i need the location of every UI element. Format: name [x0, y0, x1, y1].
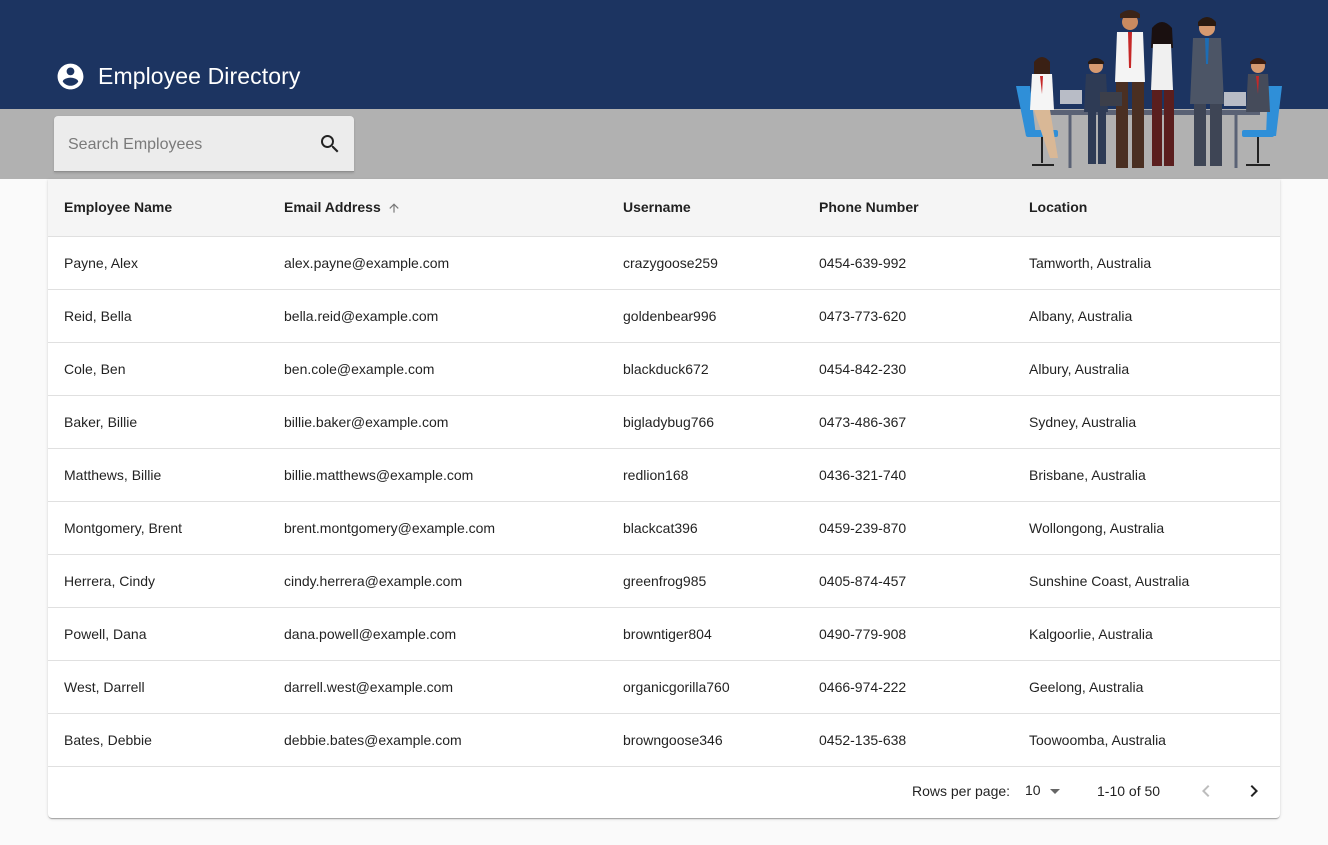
- employee-table: Employee Name Email Address Username Pho…: [48, 179, 1280, 767]
- table-row[interactable]: Bates, Debbie debbie.bates@example.com bro…: [48, 713, 1280, 767]
- table-row[interactable]: Herrera, Cindy cindy.herrera@example.com g…: [48, 554, 1280, 608]
- cell-employee-name: Herrera, Cindy: [48, 554, 268, 608]
- cell-username: blackduck672: [607, 342, 803, 396]
- cell-email: cindy.herrera@example.com: [268, 554, 607, 608]
- cell-phone: 0473-486-367: [803, 395, 1013, 449]
- table-row[interactable]: Baker, Billie billie.baker@example.com big…: [48, 395, 1280, 449]
- standing-woman: [1151, 22, 1174, 166]
- cell-location: Geelong, Australia: [1013, 660, 1280, 714]
- column-header-name[interactable]: Employee Name: [48, 179, 268, 237]
- cell-username: browntiger804: [607, 607, 803, 661]
- cell-username: browngoose346: [607, 713, 803, 767]
- cell-email: billie.matthews@example.com: [268, 448, 607, 502]
- cell-username: crazygoose259: [607, 236, 803, 290]
- table-header-row: Employee Name Email Address Username Pho…: [48, 179, 1280, 237]
- column-header-username[interactable]: Username: [607, 179, 803, 237]
- standing-man-2: [1190, 17, 1224, 166]
- cell-phone: 0490-779-908: [803, 607, 1013, 661]
- cell-employee-name: Reid, Bella: [48, 289, 268, 343]
- search-input[interactable]: [66, 116, 300, 173]
- cell-username: blackcat396: [607, 501, 803, 555]
- cell-phone: 0436-321-740: [803, 448, 1013, 502]
- cell-location: Albury, Australia: [1013, 342, 1280, 396]
- cell-location: Brisbane, Australia: [1013, 448, 1280, 502]
- cell-username: redlion168: [607, 448, 803, 502]
- cell-employee-name: Payne, Alex: [48, 236, 268, 290]
- cell-phone: 0473-773-620: [803, 289, 1013, 343]
- search-icon[interactable]: [318, 132, 342, 156]
- header-title-group: Employee Directory: [55, 60, 300, 92]
- cell-location: Sydney, Australia: [1013, 395, 1280, 449]
- cell-email: alex.payne@example.com: [268, 236, 607, 290]
- cell-employee-name: Bates, Debbie: [48, 713, 268, 767]
- cell-employee-name: Matthews, Billie: [48, 448, 268, 502]
- cell-email: billie.baker@example.com: [268, 395, 607, 449]
- cell-location: Toowoomba, Australia: [1013, 713, 1280, 767]
- table-row[interactable]: West, Darrell darrell.west@example.com org…: [48, 660, 1280, 714]
- cell-employee-name: West, Darrell: [48, 660, 268, 714]
- page-title: Employee Directory: [98, 62, 301, 89]
- chevron-left-icon[interactable]: [1194, 779, 1218, 803]
- rows-per-page-select[interactable]: 10: [1025, 782, 1060, 798]
- cell-email: ben.cole@example.com: [268, 342, 607, 396]
- cell-employee-name: Cole, Ben: [48, 342, 268, 396]
- search-field: [54, 116, 354, 173]
- table-body: Payne, Alex alex.payne@example.com crazygo…: [48, 236, 1280, 767]
- cell-email: debbie.bates@example.com: [268, 713, 607, 767]
- cell-username: goldenbear996: [607, 289, 803, 343]
- cell-location: Kalgoorlie, Australia: [1013, 607, 1280, 661]
- cell-location: Wollongong, Australia: [1013, 501, 1280, 555]
- cell-phone: 0452-135-638: [803, 713, 1013, 767]
- cell-employee-name: Baker, Billie: [48, 395, 268, 449]
- sort-ascending-icon: [389, 203, 399, 214]
- cell-username: greenfrog985: [607, 554, 803, 608]
- cell-username: bigladybug766: [607, 395, 803, 449]
- cell-phone: 0459-239-870: [803, 501, 1013, 555]
- cell-phone: 0466-974-222: [803, 660, 1013, 714]
- cell-phone: 0405-874-457: [803, 554, 1013, 608]
- cell-location: Albany, Australia: [1013, 289, 1280, 343]
- team-illustration: [1016, 10, 1282, 168]
- cell-email: bella.reid@example.com: [268, 289, 607, 343]
- cell-location: Tamworth, Australia: [1013, 236, 1280, 290]
- seated-woman: [1030, 57, 1082, 158]
- dropdown-arrow-icon: [1049, 788, 1060, 794]
- cell-location: Sunshine Coast, Australia: [1013, 554, 1280, 608]
- cell-email: darrell.west@example.com: [268, 660, 607, 714]
- column-header-phone[interactable]: Phone Number: [803, 179, 1013, 237]
- table-row[interactable]: Cole, Ben ben.cole@example.com blackduck67…: [48, 342, 1280, 396]
- cell-email: brent.montgomery@example.com: [268, 501, 607, 555]
- account-circle-icon: [57, 63, 84, 89]
- rows-per-page-label: Rows per page:: [912, 783, 1011, 799]
- pagination-range: 1-10 of 50: [1097, 783, 1161, 799]
- column-header-location[interactable]: Location: [1013, 179, 1280, 237]
- employee-table-card: Employee Name Email Address Username Pho…: [48, 179, 1280, 818]
- table-row[interactable]: Matthews, Billie billie.matthews@example.…: [48, 448, 1280, 502]
- table-row[interactable]: Montgomery, Brent brent.montgomery@exampl…: [48, 501, 1280, 555]
- table-row[interactable]: Payne, Alex alex.payne@example.com crazygo…: [48, 236, 1280, 290]
- cell-email: dana.powell@example.com: [268, 607, 607, 661]
- cell-phone: 0454-639-992: [803, 236, 1013, 290]
- standing-man-1: [1115, 10, 1145, 168]
- table-row[interactable]: Powell, Dana dana.powell@example.com brown…: [48, 607, 1280, 661]
- seated-man-2: [1224, 58, 1270, 112]
- rows-per-page-value: 10: [1025, 782, 1041, 798]
- cell-employee-name: Montgomery, Brent: [48, 501, 268, 555]
- cell-username: organicgorilla760: [607, 660, 803, 714]
- cell-employee-name: Powell, Dana: [48, 607, 268, 661]
- chevron-right-icon[interactable]: [1242, 779, 1266, 803]
- table-row[interactable]: Reid, Bella bella.reid@example.com goldenb…: [48, 289, 1280, 343]
- column-header-email[interactable]: Email Address: [268, 179, 607, 237]
- cell-phone: 0454-842-230: [803, 342, 1013, 396]
- pagination-bar: Rows per page: 10 1-10 of 50: [48, 765, 1280, 817]
